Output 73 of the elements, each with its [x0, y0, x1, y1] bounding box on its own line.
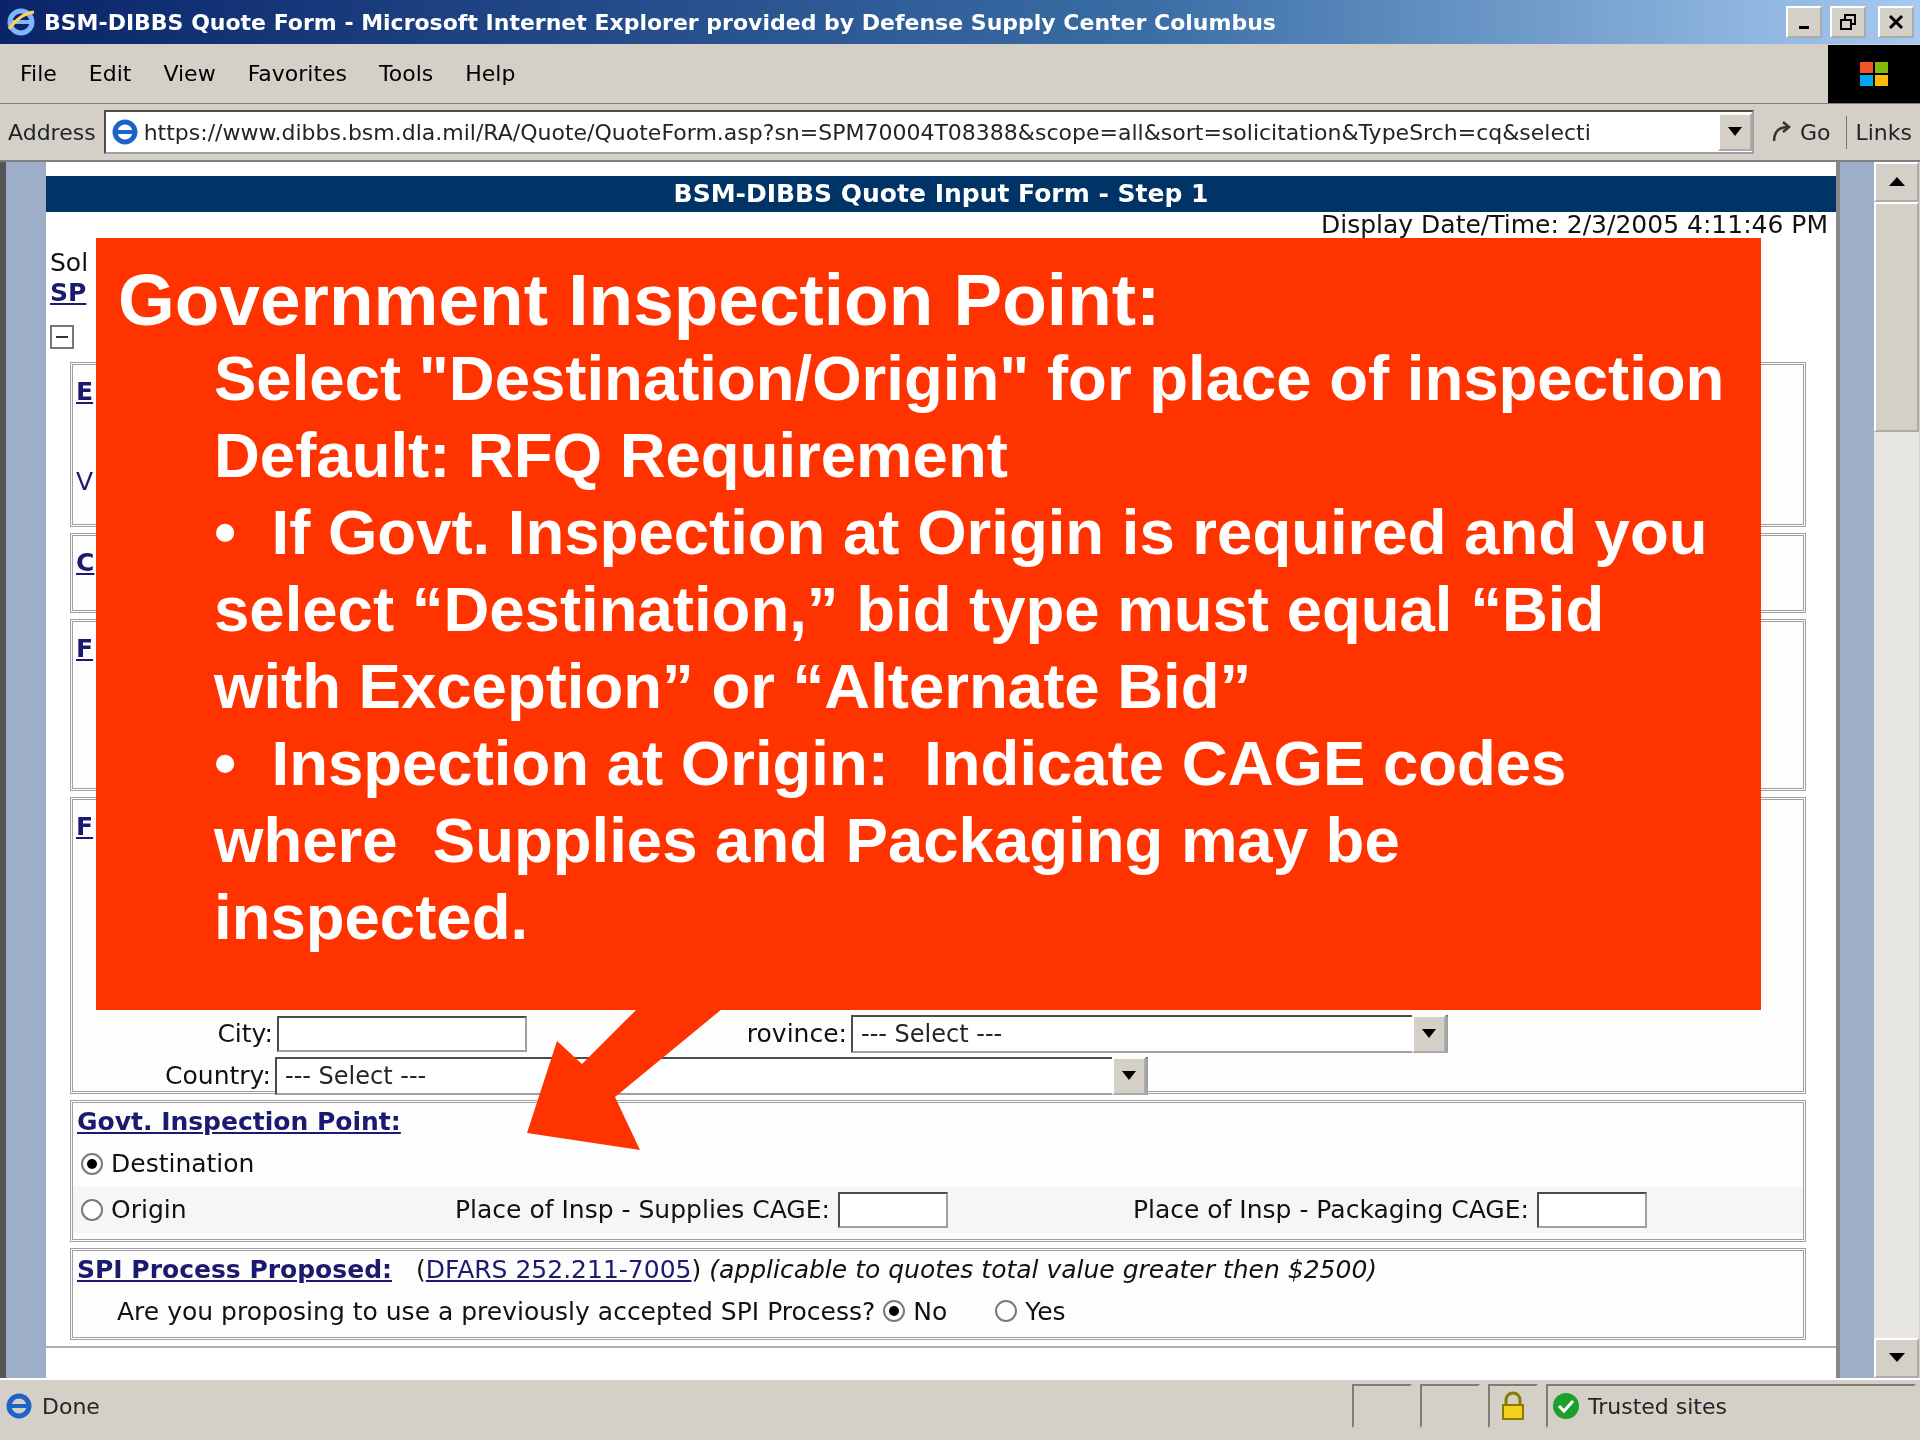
- restore-button[interactable]: [1830, 6, 1866, 38]
- section-link[interactable]: Govt. Inspection Point:: [77, 1107, 401, 1136]
- menu-item[interactable]: File: [4, 57, 73, 90]
- window-title: BSM-DIBBS Quote Form - Microsoft Internet Explorer provided by Defense Supply Center Columbus: [44, 8, 1277, 37]
- minimize-button[interactable]: [1786, 6, 1822, 38]
- province-label: rovince:: [745, 1018, 847, 1051]
- status-pane: [1420, 1384, 1480, 1428]
- cage-label: Place of Insp - Supplies CAGE:: [455, 1193, 830, 1226]
- go-button[interactable]: Go: [1761, 111, 1839, 153]
- country-label: Country:: [164, 1060, 271, 1093]
- lock-icon: [1500, 1391, 1526, 1421]
- cage-field[interactable]: [837, 1191, 948, 1228]
- caret-icon: [1122, 1071, 1136, 1081]
- links-button[interactable]: Links: [1846, 115, 1912, 149]
- radio-button[interactable]: [883, 1300, 906, 1323]
- section-link[interactable]: SPI Process Proposed:: [77, 1251, 393, 1289]
- down-arrow-icon: [1888, 1353, 1905, 1363]
- restore-icon: [1839, 13, 1857, 31]
- solicitation-link[interactable]: SP: [50, 278, 87, 307]
- callout-title: Government Inspection Point:: [118, 260, 1162, 340]
- callout-text: • If Govt. Inspection at Origin is required and you select “Destination,” bid type must equal “Bid with Exception” or “Alternate Bid”: [214, 496, 1709, 723]
- section-link[interactable]: F: [76, 630, 94, 668]
- section-link[interactable]: F: [76, 808, 94, 846]
- address-field[interactable]: https://www.dibbs.bsm.dla.mil/RA/Quote/QuoteForm.asp?sn=SPM70004T08388&scope=all&sort=solicitation&TypeSrch=cq&selecti: [103, 110, 1754, 154]
- radio-button[interactable]: [81, 1152, 103, 1175]
- caret-icon: [1422, 1029, 1436, 1039]
- cage-label: Place of Insp - Packaging CAGE:: [1132, 1193, 1529, 1226]
- menu-item[interactable]: Tools: [363, 57, 450, 90]
- close-button[interactable]: [1878, 6, 1914, 38]
- radio-button[interactable]: [81, 1198, 103, 1221]
- menu-item[interactable]: Help: [449, 57, 532, 90]
- dropdown-button[interactable]: [1717, 113, 1752, 151]
- form-heading: BSM-DIBBS Quote Input Form - Step 1: [46, 176, 1836, 212]
- parenthesis: ): [691, 1255, 702, 1284]
- up-arrow-icon: [1888, 177, 1905, 187]
- status-text: Done: [42, 1392, 101, 1421]
- collapse-icon: [50, 324, 74, 349]
- menu-item[interactable]: Edit: [72, 57, 148, 90]
- callout-text: • Inspection at Origin: Indicate CAGE codes where Supplies and Packaging may be inspected.: [214, 727, 1568, 954]
- city-field[interactable]: [277, 1016, 527, 1052]
- solicitation-label: Sol: [50, 248, 89, 277]
- cage-field[interactable]: [1536, 1191, 1647, 1228]
- scroll-down-button[interactable]: [1874, 1338, 1919, 1378]
- reference-link[interactable]: DFARS 252.211-7005: [425, 1255, 692, 1284]
- radio-label: Destination: [111, 1147, 256, 1180]
- browser-icon: [6, 7, 36, 37]
- caret-icon: [1727, 127, 1742, 137]
- province-select[interactable]: --- Select ---: [851, 1015, 1448, 1053]
- question-text: Are you proposing to use a previously accepted SPI Process?: [117, 1295, 876, 1328]
- radio-label: No: [913, 1295, 948, 1328]
- browser-icon: [4, 1391, 34, 1421]
- close-icon: [1888, 14, 1904, 30]
- callout-text: Default: RFQ Requirement: [214, 419, 1009, 492]
- scrollbar-thumb[interactable]: [1874, 202, 1919, 432]
- radio-label: Origin: [111, 1193, 188, 1226]
- status-pane: [1352, 1384, 1412, 1428]
- menu-item[interactable]: Favorites: [231, 57, 364, 90]
- address-label: Address: [8, 118, 96, 147]
- radio-button[interactable]: [995, 1300, 1018, 1323]
- city-label: City:: [216, 1018, 273, 1051]
- callout-text: Select "Destination/Origin" for place of inspection: [214, 342, 1726, 415]
- scroll-up-button[interactable]: [1874, 162, 1919, 202]
- display-date: Display Date/Time: 2/3/2005 4:11:46 PM: [1320, 212, 1828, 238]
- note-text: (applicable to quotes total value greater then $2500): [709, 1254, 1378, 1286]
- section-link[interactable]: E: [76, 373, 94, 411]
- check-icon: [1552, 1392, 1580, 1420]
- parenthesis: (: [416, 1255, 426, 1284]
- text-fragment: V: [76, 465, 95, 498]
- section-link[interactable]: C: [76, 544, 95, 582]
- minimize-icon: [1799, 25, 1809, 29]
- zone-text: Trusted sites: [1588, 1392, 1727, 1421]
- radio-label: Yes: [1025, 1295, 1066, 1328]
- menu-item[interactable]: View: [147, 57, 232, 90]
